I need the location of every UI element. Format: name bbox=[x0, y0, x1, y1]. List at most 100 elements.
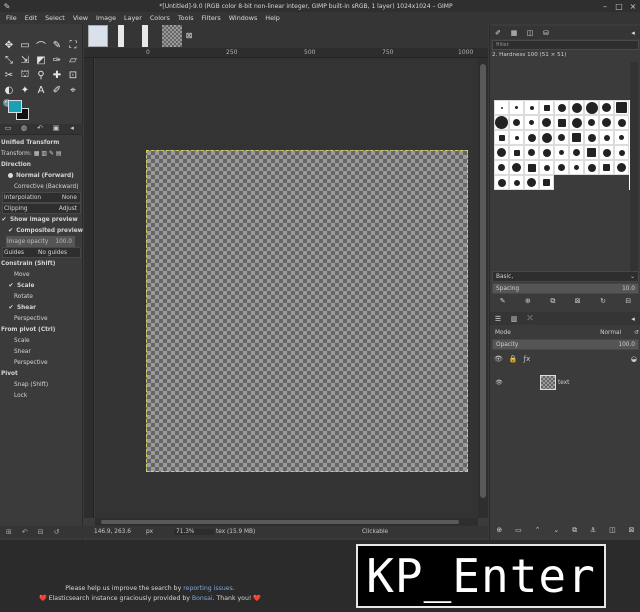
constrain-move-checkbox[interactable]: Move bbox=[0, 269, 83, 280]
tab-menu-icon[interactable]: ◂ bbox=[64, 124, 80, 134]
transparent-image-canvas[interactable] bbox=[146, 150, 468, 472]
brush-swatch[interactable] bbox=[584, 100, 599, 115]
new-layer-group-icon[interactable]: ▭ bbox=[515, 526, 522, 534]
spacing-slider[interactable]: Spacing 10.0 bbox=[492, 283, 639, 294]
maximize-button[interactable]: □ bbox=[612, 2, 626, 11]
constrain-shear-checkbox[interactable]: ✔ Shear bbox=[0, 302, 83, 313]
paintbrush-tool-icon[interactable]: ✑ bbox=[49, 53, 65, 68]
warp-tool-icon[interactable]: ⇲ bbox=[17, 53, 33, 68]
brush-swatch[interactable] bbox=[569, 175, 584, 190]
brush-swatch[interactable] bbox=[494, 115, 509, 130]
transform-mode-icons[interactable]: ▦ ▥ ✎ ▤ bbox=[34, 150, 62, 157]
brush-swatch[interactable] bbox=[554, 100, 569, 115]
constrain-scale-checkbox[interactable]: ✔ Scale bbox=[0, 280, 83, 291]
horizontal-scrollbar-thumb[interactable] bbox=[101, 520, 459, 524]
edit-brush-icon[interactable]: ✎ bbox=[500, 297, 506, 305]
brush-filter-input[interactable]: filter bbox=[492, 40, 639, 50]
menu-tools[interactable]: Tools bbox=[174, 14, 198, 22]
fuzzy-select-tool-icon[interactable]: ✎ bbox=[49, 38, 65, 53]
rect-select-tool-icon[interactable]: ▭ bbox=[17, 38, 33, 53]
undo-icon[interactable]: ↶ bbox=[22, 528, 28, 536]
pivot-scale-checkbox[interactable]: Scale bbox=[0, 335, 83, 346]
brush-swatch[interactable] bbox=[539, 175, 554, 190]
brush-swatch[interactable] bbox=[554, 145, 569, 160]
image-tab-thumbnail[interactable] bbox=[142, 25, 148, 47]
brush-swatch[interactable] bbox=[494, 175, 509, 190]
tab-document-history[interactable]: ⛁ bbox=[538, 29, 554, 37]
menu-filters[interactable]: Filters bbox=[198, 14, 225, 22]
pivot-snap-checkbox[interactable]: Snap (Shift) bbox=[0, 379, 83, 390]
brushes-scrollbar[interactable] bbox=[630, 62, 638, 272]
dock-menu-icon[interactable]: ◂ bbox=[625, 29, 640, 37]
composited-preview-checkbox[interactable]: ✔ Composited preview bbox=[0, 225, 83, 236]
pivot-shear-checkbox[interactable]: Shear bbox=[0, 346, 83, 357]
report-issues-link[interactable]: reporting issues bbox=[183, 585, 233, 592]
duplicate-layer-icon[interactable]: ⧉ bbox=[572, 526, 577, 535]
image-tab-thumbnail[interactable] bbox=[88, 25, 108, 47]
open-brush-icon[interactable]: ⊟ bbox=[625, 297, 631, 305]
fx-icon[interactable]: ƒx bbox=[524, 355, 531, 363]
reset-icon[interactable]: ↺ bbox=[54, 528, 60, 536]
tab-tool-options[interactable]: ▭ bbox=[0, 124, 16, 134]
brush-swatch[interactable] bbox=[494, 130, 509, 145]
brush-swatch[interactable] bbox=[539, 115, 554, 130]
foreground-color-swatch[interactable] bbox=[8, 100, 22, 113]
close-tab-icon[interactable]: ⊠ bbox=[184, 25, 194, 47]
brush-swatch[interactable] bbox=[494, 100, 509, 115]
brush-swatch[interactable] bbox=[614, 115, 629, 130]
brush-swatch[interactable] bbox=[569, 130, 584, 145]
brush-swatch[interactable] bbox=[539, 100, 554, 115]
brush-swatch[interactable] bbox=[539, 145, 554, 160]
brush-swatch[interactable] bbox=[524, 100, 539, 115]
guides-select[interactable]: Guides No guides bbox=[2, 247, 81, 258]
brush-preset-select[interactable]: Basic, ⌄ bbox=[492, 271, 639, 282]
lasso-tool-icon[interactable]: ⌒ bbox=[33, 38, 49, 53]
bucket-fill-tool-icon[interactable]: ⛫ bbox=[17, 68, 33, 83]
menu-windows[interactable]: Windows bbox=[225, 14, 262, 22]
smudge-tool-icon[interactable]: ⚲ bbox=[33, 68, 49, 83]
brush-swatch[interactable] bbox=[614, 130, 629, 145]
menu-select[interactable]: Select bbox=[41, 14, 69, 22]
cage-tool-icon[interactable]: ◩ bbox=[33, 53, 49, 68]
constrain-perspective-checkbox[interactable]: Perspective bbox=[0, 313, 83, 324]
brush-swatch[interactable] bbox=[554, 115, 569, 130]
move-tool-icon[interactable]: ✥ bbox=[1, 38, 17, 53]
menu-help[interactable]: Help bbox=[261, 14, 284, 22]
constrain-rotate-checkbox[interactable]: Rotate bbox=[0, 291, 83, 302]
image-tab-thumbnail[interactable] bbox=[118, 25, 124, 47]
brush-swatch[interactable] bbox=[509, 145, 524, 160]
brush-swatch[interactable] bbox=[599, 100, 614, 115]
tab-images[interactable]: ▣ bbox=[48, 124, 64, 134]
new-image-icon[interactable]: ⊞ bbox=[6, 528, 12, 536]
delete-layer-icon[interactable]: ⊠ bbox=[629, 526, 635, 534]
brush-swatch[interactable] bbox=[569, 100, 584, 115]
pivot-perspective-checkbox[interactable]: Perspective bbox=[0, 357, 83, 368]
tab-patterns[interactable]: ▦ bbox=[506, 29, 522, 37]
vertical-scrollbar-thumb[interactable] bbox=[480, 64, 486, 498]
pivot-lock-checkbox[interactable]: Lock bbox=[0, 390, 83, 401]
lock-icon[interactable]: 🔒 bbox=[509, 355, 518, 363]
menu-layer[interactable]: Layer bbox=[120, 14, 146, 22]
vertical-scrollbar[interactable] bbox=[478, 58, 488, 518]
paths-tool-icon[interactable]: ✦ bbox=[17, 83, 33, 98]
brush-swatch[interactable] bbox=[509, 175, 524, 190]
brush-swatch[interactable] bbox=[569, 160, 584, 175]
menu-edit[interactable]: Edit bbox=[21, 14, 41, 22]
color-picker-tool-icon[interactable]: ✐ bbox=[49, 83, 65, 98]
brush-swatch[interactable] bbox=[539, 130, 554, 145]
brush-swatch[interactable] bbox=[599, 130, 614, 145]
brush-swatch[interactable] bbox=[584, 115, 599, 130]
brush-swatch[interactable] bbox=[599, 160, 614, 175]
brush-swatch[interactable] bbox=[614, 175, 629, 190]
brush-swatch[interactable] bbox=[554, 175, 569, 190]
brush-swatch[interactable] bbox=[584, 130, 599, 145]
brush-swatch[interactable] bbox=[584, 145, 599, 160]
brush-swatch[interactable] bbox=[524, 145, 539, 160]
close-button[interactable]: × bbox=[626, 2, 640, 11]
mask-layer-icon[interactable]: ◫ bbox=[609, 526, 616, 534]
vertical-ruler[interactable] bbox=[84, 58, 94, 518]
raise-layer-icon[interactable]: ⌃ bbox=[535, 526, 541, 534]
tab-device-status[interactable]: ◍ bbox=[16, 124, 32, 134]
layer-opacity-slider[interactable]: Opacity 100.0 bbox=[492, 339, 639, 350]
text-tool-icon[interactable]: A bbox=[33, 83, 49, 98]
